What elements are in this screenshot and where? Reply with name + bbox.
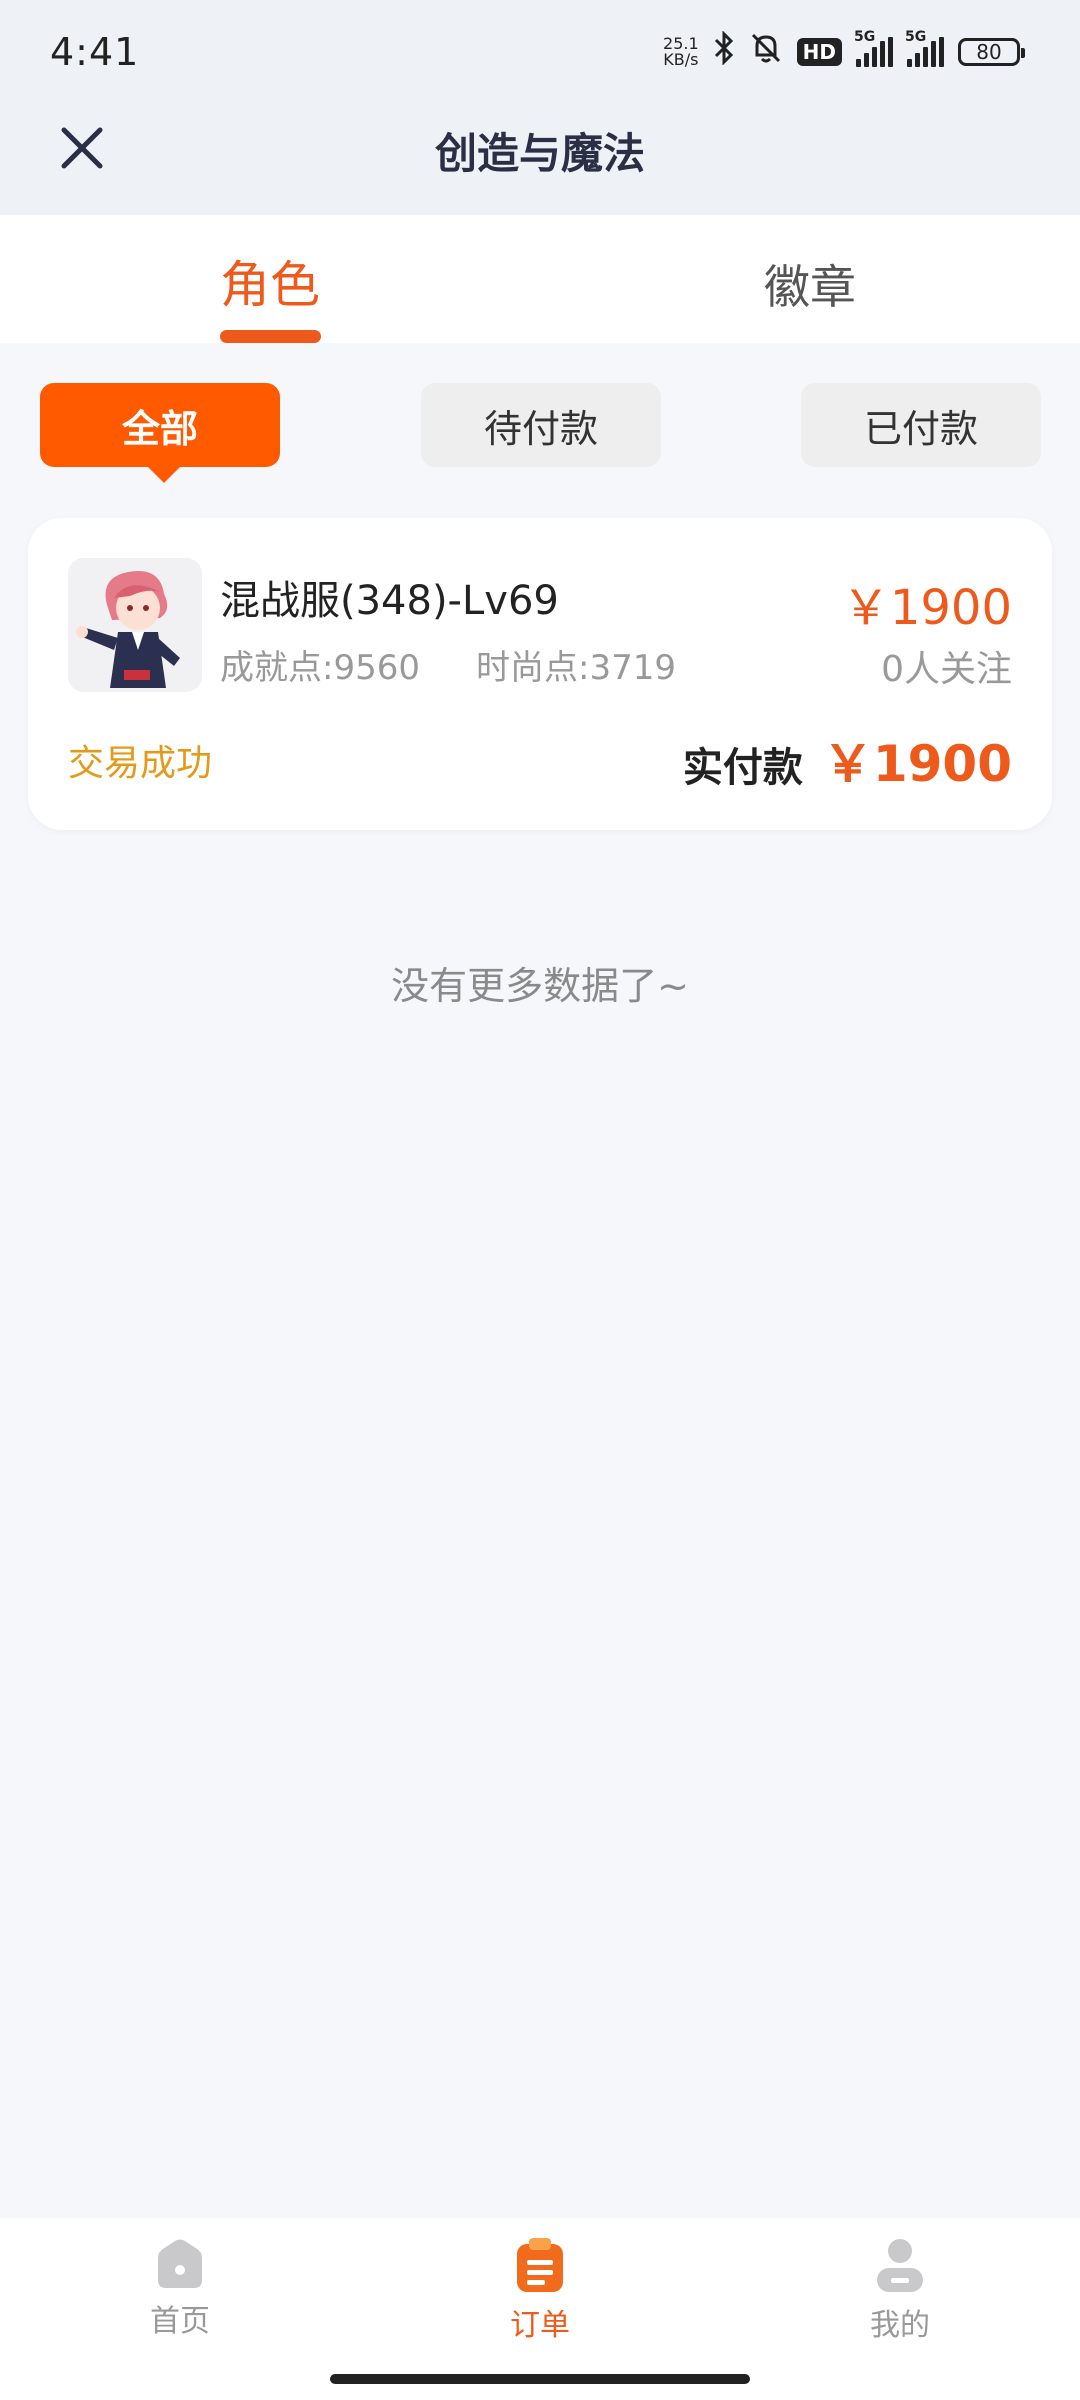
mute-bell-icon bbox=[749, 31, 783, 73]
network-speed: 25.1 KB/s bbox=[663, 34, 699, 69]
active-tab-indicator bbox=[220, 330, 321, 343]
paid-amount: 实付款 ￥1900 bbox=[683, 724, 1012, 796]
item-stats: 成就点:9560 时尚点:3719 bbox=[220, 640, 676, 689]
tab-badge[interactable]: 徽章 bbox=[660, 251, 960, 317]
nav-item-home[interactable]: 首页 bbox=[60, 2236, 300, 2340]
item-name: 混战服(348)-Lv69 bbox=[220, 578, 559, 624]
page-title: 创造与魔法 bbox=[434, 129, 645, 178]
status-icons: 25.1 KB/s HD 5G 5G 80 bbox=[663, 29, 1025, 74]
filter-all-button[interactable]: 全部 bbox=[40, 383, 280, 483]
battery-icon: 80 bbox=[958, 38, 1025, 66]
home-indicator[interactable] bbox=[330, 2374, 750, 2384]
profile-icon bbox=[877, 2239, 923, 2292]
status-time: 4:41 bbox=[50, 30, 140, 74]
paid-label: 实付款 bbox=[682, 745, 803, 791]
follower-count: 0人关注 bbox=[881, 649, 1012, 690]
tab-role[interactable]: 角色 bbox=[120, 245, 420, 317]
hd-icon: HD bbox=[796, 38, 842, 66]
signal-icon-2: 5G bbox=[905, 29, 944, 67]
order-card[interactable]: 混战服(348)-Lv69 成就点:9560 时尚点:3719 ￥1900 0人… bbox=[28, 518, 1052, 830]
bottom-navigation: 首页 订单 我的 bbox=[0, 2218, 1080, 2400]
order-icon bbox=[517, 2238, 563, 2292]
bluetooth-icon bbox=[713, 30, 735, 73]
nav-label-orders: 订单 bbox=[510, 2308, 570, 2343]
paid-value: ￥1900 bbox=[822, 735, 1012, 793]
nav-item-orders[interactable]: 订单 bbox=[420, 2236, 660, 2344]
filter-pending-button[interactable]: 待付款 bbox=[421, 383, 661, 467]
signal-icon-1: 5G bbox=[854, 29, 893, 67]
status-bar: 4:41 25.1 KB/s HD 5G 5G 80 bbox=[0, 0, 1080, 110]
nav-item-mine[interactable]: 我的 bbox=[780, 2236, 1020, 2344]
nav-label-mine: 我的 bbox=[870, 2308, 930, 2343]
app-header: 创造与魔法 bbox=[0, 110, 1080, 215]
order-status: 交易成功 bbox=[68, 743, 213, 784]
fashion-points: 时尚点:3719 bbox=[475, 648, 676, 688]
home-icon bbox=[158, 2239, 202, 2288]
category-tabs: 角色 徽章 bbox=[0, 215, 1080, 343]
filter-paid-button[interactable]: 已付款 bbox=[801, 383, 1041, 467]
nav-label-home: 首页 bbox=[150, 2304, 210, 2339]
item-price: ￥1900 bbox=[841, 580, 1012, 636]
character-avatar bbox=[68, 558, 202, 692]
achievement-points: 成就点:9560 bbox=[220, 648, 420, 688]
no-more-data-text: 没有更多数据了~ bbox=[391, 964, 689, 1008]
